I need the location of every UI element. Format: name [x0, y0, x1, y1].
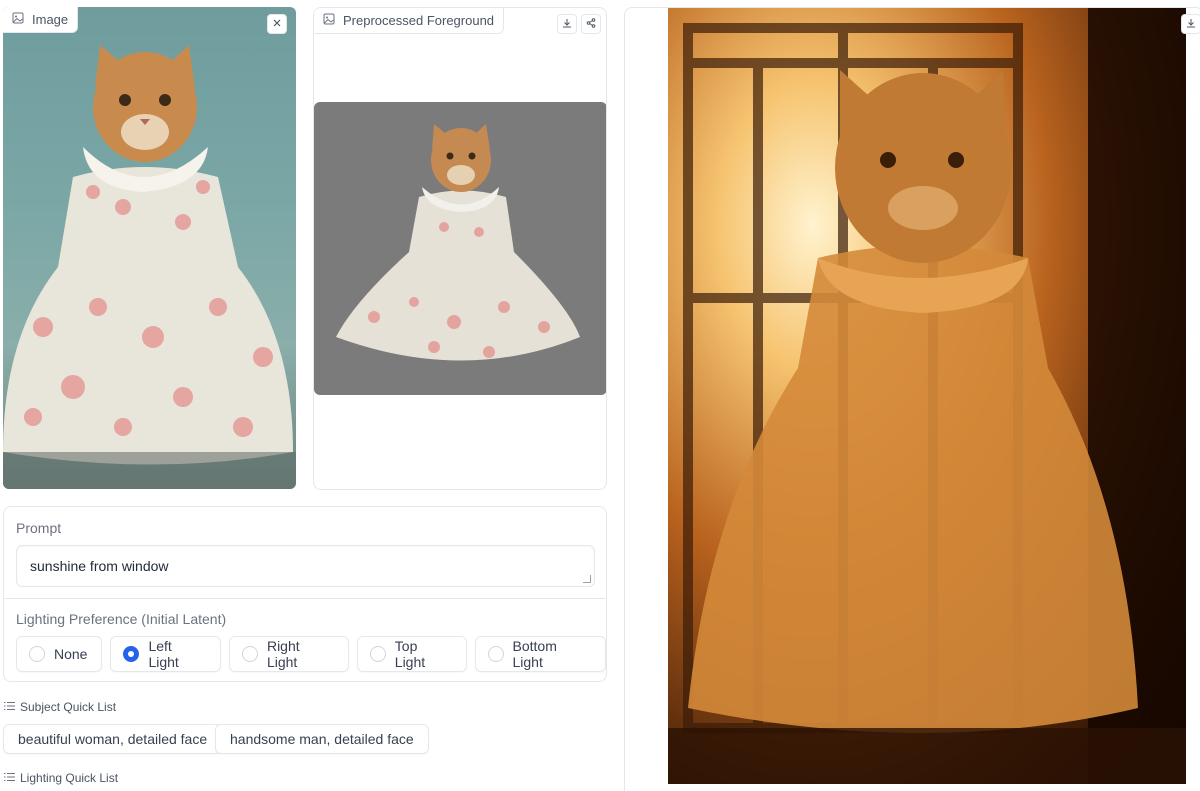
preprocessed-label-text: Preprocessed Foreground: [343, 13, 495, 28]
radio-label: Left Light: [148, 638, 179, 670]
radio-circle: [369, 646, 386, 662]
preprocessed-label: Preprocessed Foreground: [314, 8, 505, 34]
prompt-label: Prompt: [16, 520, 62, 536]
radio-label: Bottom Light: [512, 638, 557, 670]
radio-circle: [29, 646, 45, 662]
lighting-quick-list-label: Lighting Quick List: [4, 771, 118, 785]
input-image: [3, 7, 296, 489]
radio-circle: [487, 646, 504, 662]
radio-label: Top Light: [394, 638, 426, 670]
subject-chip[interactable]: handsome man, detailed face: [215, 724, 429, 754]
subject-quick-list-label: Subject Quick List: [4, 700, 116, 714]
radio-circle-selected: [123, 646, 140, 662]
close-button[interactable]: [267, 14, 287, 34]
radio-circle: [241, 646, 258, 662]
subject-quick-list-text: Subject Quick List: [20, 700, 117, 714]
radio-bottom-light[interactable]: Bottom Light: [474, 636, 606, 672]
output-image: [668, 8, 1186, 784]
lighting-quick-list-text: Lighting Quick List: [20, 771, 119, 785]
preprocessed-foreground-panel: Preprocessed Foreground: [313, 7, 607, 490]
image-label-text: Image: [32, 12, 69, 27]
download-icon: [562, 15, 572, 33]
prompt-value: sunshine from window: [30, 558, 169, 574]
radio-top-light[interactable]: Top Light: [356, 636, 467, 672]
prompt-input[interactable]: sunshine from window: [16, 545, 595, 587]
radio-label: None: [54, 646, 88, 662]
download-button[interactable]: [557, 14, 577, 34]
download-icon: [1186, 15, 1196, 33]
share-icon: [586, 15, 596, 33]
close-icon: [272, 15, 282, 33]
radio-none[interactable]: None: [16, 636, 103, 672]
radio-right-light[interactable]: Right Light: [228, 636, 349, 672]
radio-left-light[interactable]: Left Light: [110, 636, 221, 672]
image-label: Image: [3, 7, 79, 33]
preprocessed-image: [314, 102, 606, 395]
lighting-preference-label: Lighting Preference (Initial Latent): [16, 611, 227, 627]
output-gallery-panel: [624, 7, 1200, 791]
download-button[interactable]: [1181, 14, 1200, 34]
divider: [4, 598, 606, 599]
list-icon: [4, 700, 15, 714]
image-input-panel[interactable]: Image: [3, 7, 296, 489]
resize-handle[interactable]: [583, 575, 591, 583]
subject-chip[interactable]: beautiful woman, detailed face: [3, 724, 223, 754]
share-button[interactable]: [581, 14, 601, 34]
radio-label: Right Light: [266, 638, 300, 670]
lighting-preference-radio-group: None Left Light Right Light Top Light Bo…: [16, 636, 606, 672]
image-icon: [12, 12, 24, 27]
controls-panel: Prompt sunshine from window Lighting Pre…: [3, 506, 607, 682]
image-icon: [323, 13, 335, 28]
list-icon: [4, 771, 15, 785]
